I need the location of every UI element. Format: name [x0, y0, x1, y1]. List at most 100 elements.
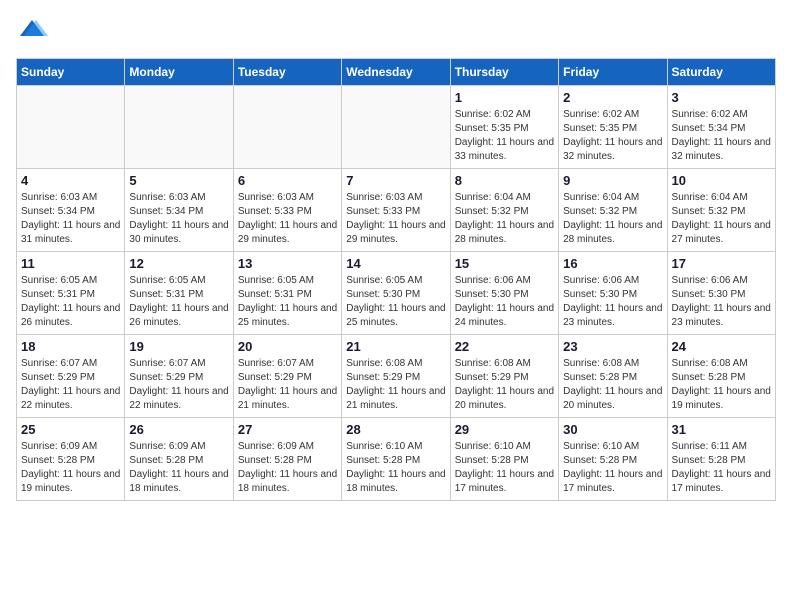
- day-number: 17: [672, 256, 771, 271]
- calendar-cell: 11Sunrise: 6:05 AM Sunset: 5:31 PM Dayli…: [17, 252, 125, 335]
- calendar-cell: 27Sunrise: 6:09 AM Sunset: 5:28 PM Dayli…: [233, 418, 341, 501]
- day-info: Sunrise: 6:03 AM Sunset: 5:34 PM Dayligh…: [129, 191, 228, 247]
- day-header-monday: Monday: [125, 59, 233, 86]
- calendar-cell: 29 Sunrise: 6:10 AM Sunset: 5:28 PM Dayli…: [450, 418, 558, 501]
- day-info: Sunrise: 6:02 AM Sunset: 5:34 PM Dayligh…: [672, 108, 771, 164]
- day-info: Sunrise: 6:05 AM Sunset: 5:30 PM Dayligh…: [346, 274, 445, 330]
- day-info: Sunrise: 6:08 AM Sunset: 5:29 PM Dayligh…: [346, 357, 445, 413]
- day-number: 4: [21, 173, 120, 188]
- day-info: Sunrise: 6:06 AM Sunset: 5:30 PM Dayligh…: [455, 274, 554, 330]
- day-number: 20: [238, 339, 337, 354]
- day-number: 7: [346, 173, 445, 188]
- day-number: 30: [563, 422, 662, 437]
- day-number: 13: [238, 256, 337, 271]
- calendar-cell: 4Sunrise: 6:03 AM Sunset: 5:34 PM Daylig…: [17, 169, 125, 252]
- day-info: Sunrise: 6:07 AM Sunset: 5:29 PM Dayligh…: [21, 357, 120, 413]
- day-number: 24: [672, 339, 771, 354]
- calendar-cell: 18 Sunrise: 6:07 AM Sunset: 5:29 PM Dayli…: [17, 335, 125, 418]
- day-number: 6: [238, 173, 337, 188]
- day-number: 1: [455, 90, 554, 105]
- day-number: 26: [129, 422, 228, 437]
- calendar-cell: 7 Sunrise: 6:03 AM Sunset: 5:33 PM Daylig…: [342, 169, 450, 252]
- day-info: Sunrise: 6:03 AM Sunset: 5:33 PM Dayligh…: [346, 191, 445, 247]
- page-header: [16, 16, 776, 48]
- day-info: Sunrise: 6:10 AM Sunset: 5:28 PM Dayligh…: [455, 440, 554, 496]
- logo-icon: [16, 16, 48, 48]
- day-number: 23: [563, 339, 662, 354]
- calendar-cell: 20Sunrise: 6:07 AM Sunset: 5:29 PM Dayli…: [233, 335, 341, 418]
- calendar-week-row: 1 Sunrise: 6:02 AM Sunset: 5:35 PM Daylig…: [17, 86, 776, 169]
- day-info: Sunrise: 6:02 AM Sunset: 5:35 PM Dayligh…: [455, 108, 554, 164]
- calendar-cell: 6 Sunrise: 6:03 AM Sunset: 5:33 PM Daylig…: [233, 169, 341, 252]
- day-info: Sunrise: 6:05 AM Sunset: 5:31 PM Dayligh…: [21, 274, 120, 330]
- day-number: 3: [672, 90, 771, 105]
- calendar-cell: 31 Sunrise: 6:11 AM Sunset: 5:28 PM Dayli…: [667, 418, 775, 501]
- day-info: Sunrise: 6:08 AM Sunset: 5:29 PM Dayligh…: [455, 357, 554, 413]
- calendar-cell: 23 Sunrise: 6:08 AM Sunset: 5:28 PM Dayli…: [559, 335, 667, 418]
- day-header-thursday: Thursday: [450, 59, 558, 86]
- day-info: Sunrise: 6:11 AM Sunset: 5:28 PM Dayligh…: [672, 440, 771, 496]
- calendar-cell: 22 Sunrise: 6:08 AM Sunset: 5:29 PM Dayli…: [450, 335, 558, 418]
- calendar-week-row: 18 Sunrise: 6:07 AM Sunset: 5:29 PM Dayli…: [17, 335, 776, 418]
- day-info: Sunrise: 6:09 AM Sunset: 5:28 PM Dayligh…: [129, 440, 228, 496]
- calendar-cell: [233, 86, 341, 169]
- day-info: Sunrise: 6:02 AM Sunset: 5:35 PM Dayligh…: [563, 108, 662, 164]
- day-header-sunday: Sunday: [17, 59, 125, 86]
- day-number: 10: [672, 173, 771, 188]
- day-number: 19: [129, 339, 228, 354]
- day-info: Sunrise: 6:05 AM Sunset: 5:31 PM Dayligh…: [238, 274, 337, 330]
- day-info: Sunrise: 6:05 AM Sunset: 5:31 PM Dayligh…: [129, 274, 228, 330]
- calendar-cell: [125, 86, 233, 169]
- day-number: 14: [346, 256, 445, 271]
- day-number: 5: [129, 173, 228, 188]
- day-info: Sunrise: 6:08 AM Sunset: 5:28 PM Dayligh…: [672, 357, 771, 413]
- day-info: Sunrise: 6:03 AM Sunset: 5:33 PM Dayligh…: [238, 191, 337, 247]
- calendar-cell: 9Sunrise: 6:04 AM Sunset: 5:32 PM Daylig…: [559, 169, 667, 252]
- day-info: Sunrise: 6:04 AM Sunset: 5:32 PM Dayligh…: [563, 191, 662, 247]
- calendar-cell: 2Sunrise: 6:02 AM Sunset: 5:35 PM Daylig…: [559, 86, 667, 169]
- day-number: 16: [563, 256, 662, 271]
- calendar: SundayMondayTuesdayWednesdayThursdayFrid…: [16, 58, 776, 501]
- day-header-tuesday: Tuesday: [233, 59, 341, 86]
- logo: [16, 16, 52, 48]
- calendar-week-row: 25 Sunrise: 6:09 AM Sunset: 5:28 PM Dayli…: [17, 418, 776, 501]
- day-number: 15: [455, 256, 554, 271]
- day-info: Sunrise: 6:08 AM Sunset: 5:28 PM Dayligh…: [563, 357, 662, 413]
- calendar-cell: 12Sunrise: 6:05 AM Sunset: 5:31 PM Dayli…: [125, 252, 233, 335]
- calendar-cell: 26 Sunrise: 6:09 AM Sunset: 5:28 PM Dayli…: [125, 418, 233, 501]
- calendar-cell: 16Sunrise: 6:06 AM Sunset: 5:30 PM Dayli…: [559, 252, 667, 335]
- day-header-friday: Friday: [559, 59, 667, 86]
- day-number: 18: [21, 339, 120, 354]
- calendar-cell: 24 Sunrise: 6:08 AM Sunset: 5:28 PM Dayli…: [667, 335, 775, 418]
- calendar-cell: 3 Sunrise: 6:02 AM Sunset: 5:34 PM Daylig…: [667, 86, 775, 169]
- day-header-wednesday: Wednesday: [342, 59, 450, 86]
- day-number: 31: [672, 422, 771, 437]
- day-number: 28: [346, 422, 445, 437]
- day-number: 25: [21, 422, 120, 437]
- calendar-week-row: 4 Sunrise: 6:03 AM Sunset: 5:34 PM Daylig…: [17, 169, 776, 252]
- calendar-cell: 13 Sunrise: 6:05 AM Sunset: 5:31 PM Dayli…: [233, 252, 341, 335]
- day-number: 29: [455, 422, 554, 437]
- day-number: 22: [455, 339, 554, 354]
- calendar-cell: 17Sunrise: 6:06 AM Sunset: 5:30 PM Dayli…: [667, 252, 775, 335]
- day-info: Sunrise: 6:04 AM Sunset: 5:32 PM Dayligh…: [455, 191, 554, 247]
- calendar-cell: 25 Sunrise: 6:09 AM Sunset: 5:28 PM Dayli…: [17, 418, 125, 501]
- calendar-cell: 10 Sunrise: 6:04 AM Sunset: 5:32 PM Dayli…: [667, 169, 775, 252]
- calendar-cell: 8 Sunrise: 6:04 AM Sunset: 5:32 PM Daylig…: [450, 169, 558, 252]
- day-info: Sunrise: 6:09 AM Sunset: 5:28 PM Dayligh…: [21, 440, 120, 496]
- calendar-cell: 30Sunrise: 6:10 AM Sunset: 5:28 PM Dayli…: [559, 418, 667, 501]
- calendar-cell: [342, 86, 450, 169]
- calendar-cell: [17, 86, 125, 169]
- day-number: 27: [238, 422, 337, 437]
- day-info: Sunrise: 6:04 AM Sunset: 5:32 PM Dayligh…: [672, 191, 771, 247]
- calendar-cell: 21 Sunrise: 6:08 AM Sunset: 5:29 PM Dayli…: [342, 335, 450, 418]
- day-info: Sunrise: 6:07 AM Sunset: 5:29 PM Dayligh…: [129, 357, 228, 413]
- calendar-week-row: 11Sunrise: 6:05 AM Sunset: 5:31 PM Dayli…: [17, 252, 776, 335]
- day-info: Sunrise: 6:10 AM Sunset: 5:28 PM Dayligh…: [346, 440, 445, 496]
- day-number: 21: [346, 339, 445, 354]
- calendar-header-row: SundayMondayTuesdayWednesdayThursdayFrid…: [17, 59, 776, 86]
- day-number: 8: [455, 173, 554, 188]
- calendar-cell: 28 Sunrise: 6:10 AM Sunset: 5:28 PM Dayli…: [342, 418, 450, 501]
- calendar-cell: 19 Sunrise: 6:07 AM Sunset: 5:29 PM Dayli…: [125, 335, 233, 418]
- calendar-cell: 1 Sunrise: 6:02 AM Sunset: 5:35 PM Daylig…: [450, 86, 558, 169]
